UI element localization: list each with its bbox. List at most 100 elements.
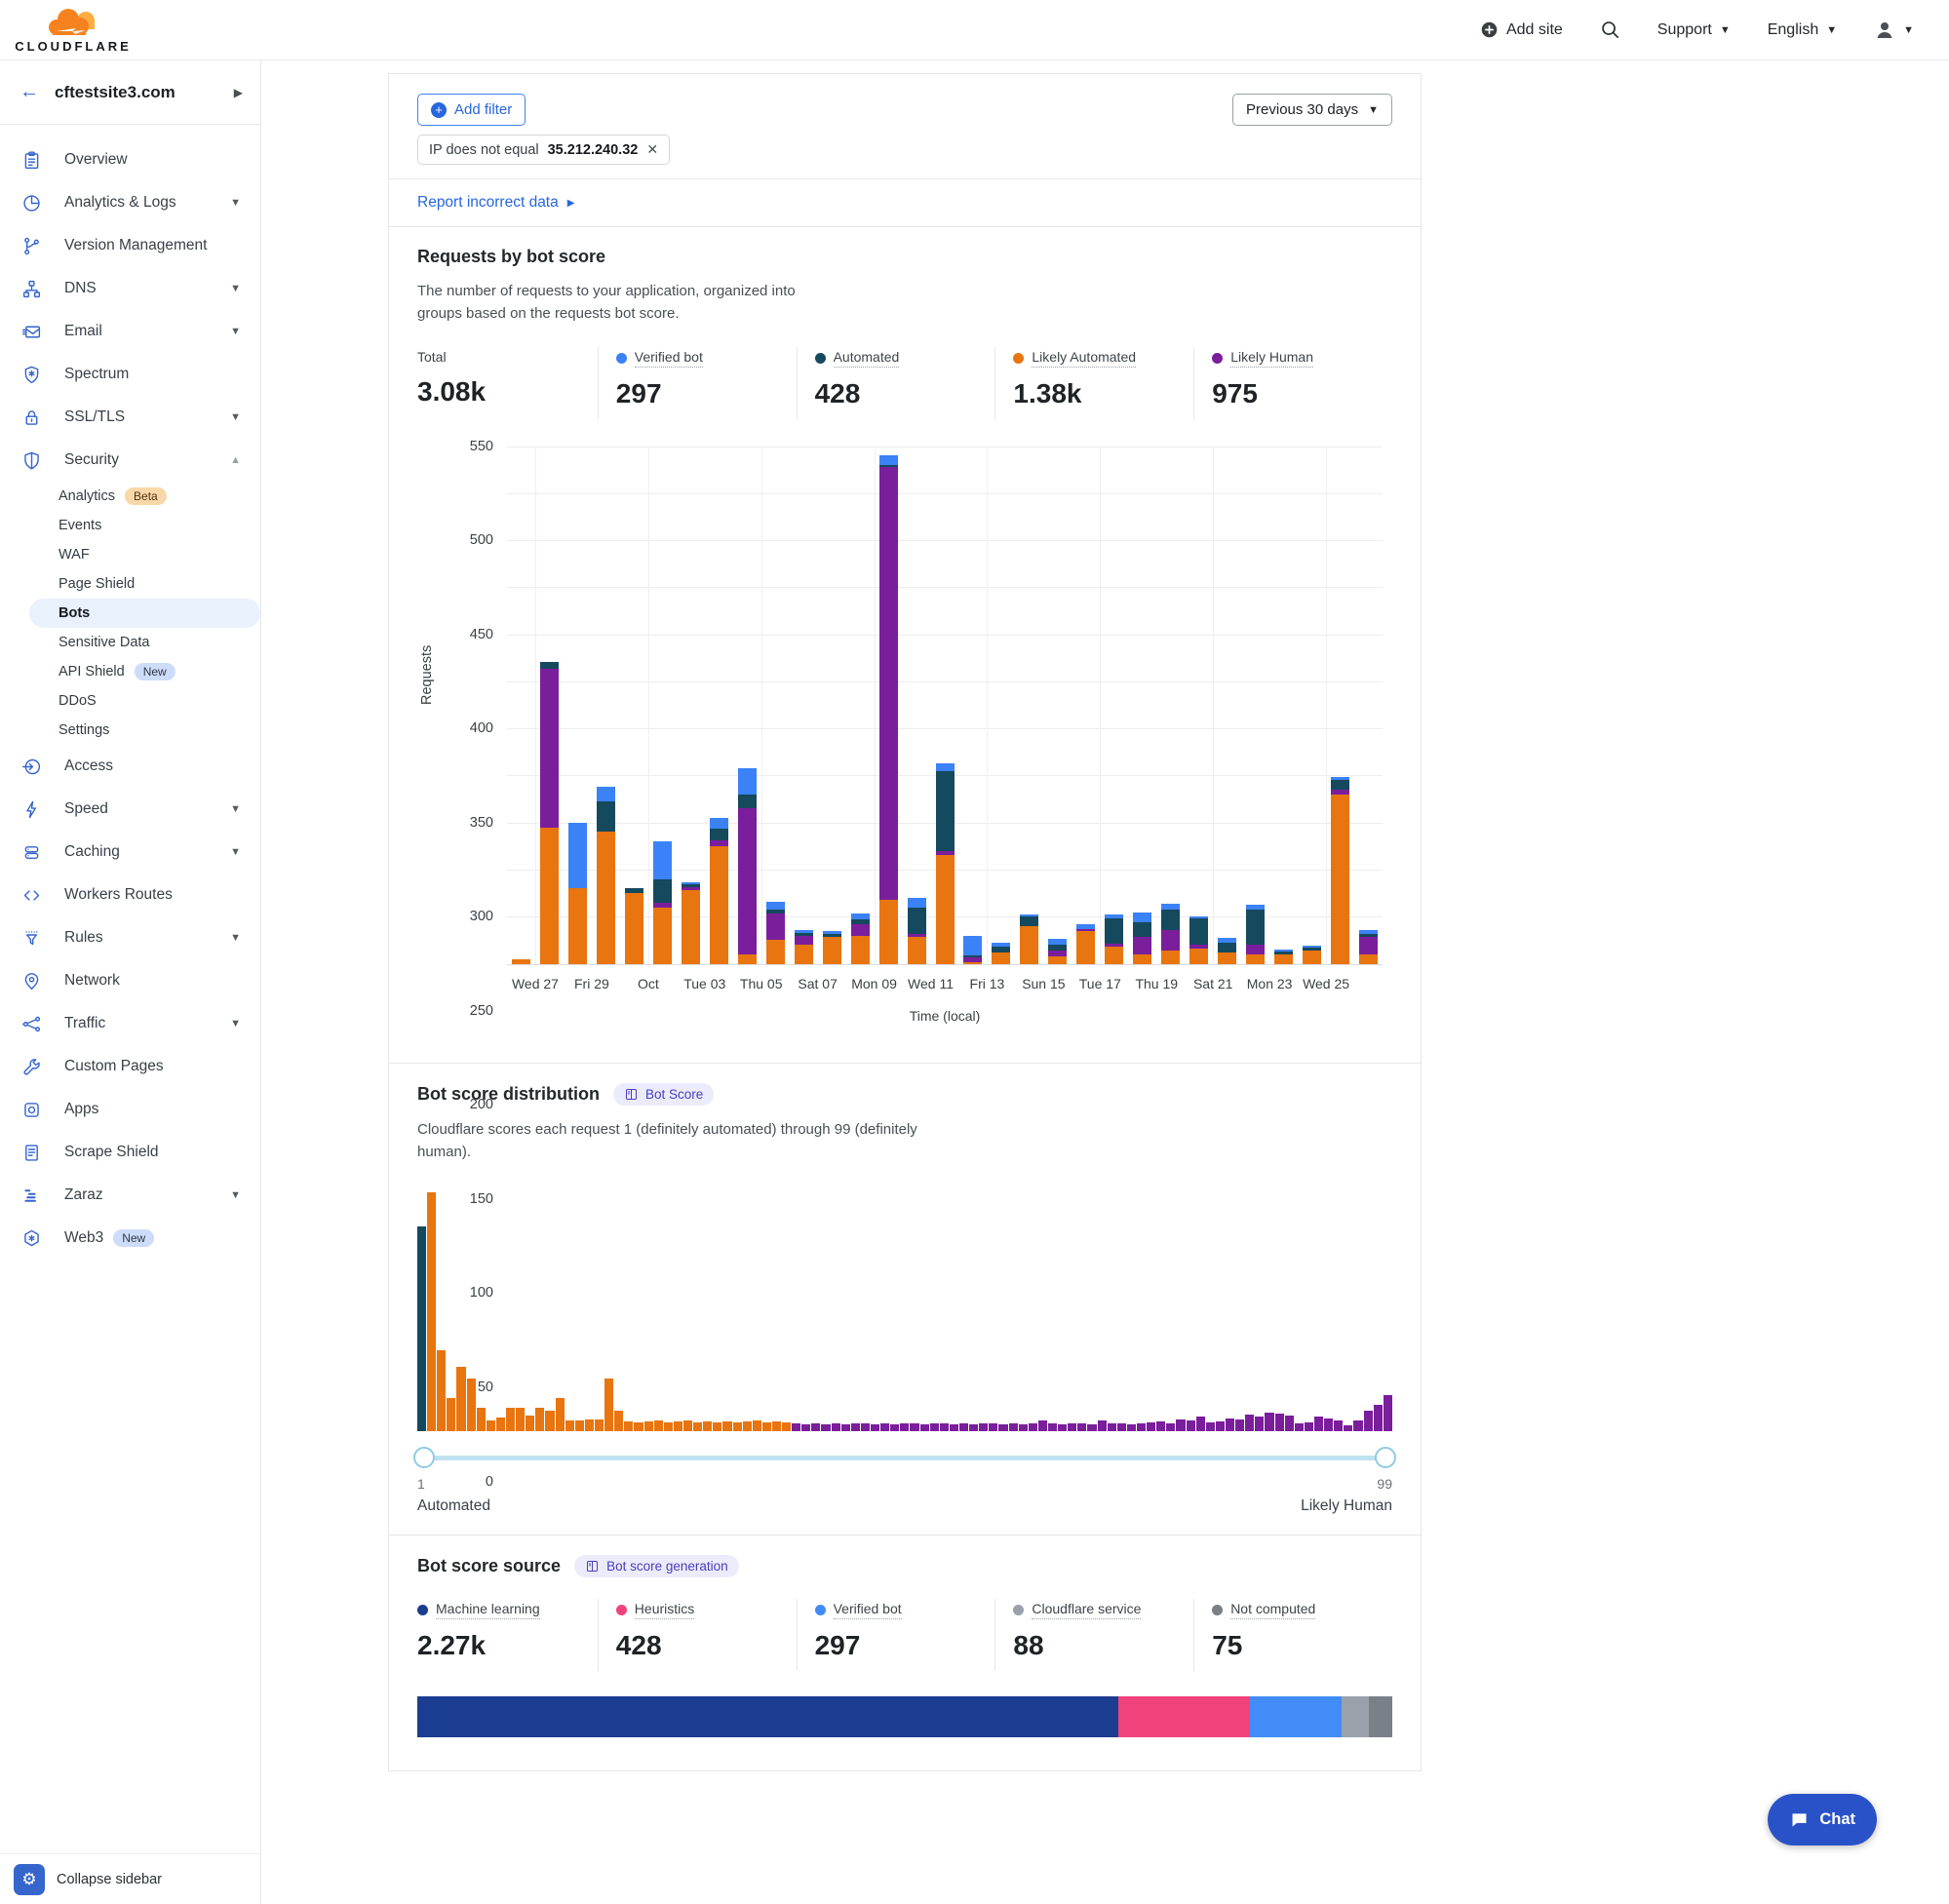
histogram-bar[interactable] (959, 1423, 968, 1431)
histogram-bar[interactable] (1196, 1417, 1205, 1431)
stacked-bar[interactable] (625, 888, 643, 963)
histogram-bar[interactable] (880, 1423, 889, 1431)
date-range-select[interactable]: Previous 30 days ▼ (1232, 94, 1392, 126)
sidebar-item-access[interactable]: Access (0, 745, 260, 788)
histogram-bar[interactable] (998, 1424, 1007, 1431)
add-site-button[interactable]: Add site (1480, 20, 1563, 39)
histogram-bar[interactable] (1334, 1420, 1343, 1431)
histogram-bar[interactable] (1087, 1424, 1096, 1431)
histogram-bar[interactable] (614, 1411, 623, 1431)
histogram-bar[interactable] (979, 1423, 988, 1431)
histogram-bar[interactable] (703, 1421, 712, 1431)
account-menu[interactable]: ▼ (1874, 19, 1914, 41)
histogram-bar[interactable] (910, 1423, 918, 1431)
histogram-bar[interactable] (1295, 1423, 1304, 1431)
histogram-bar[interactable] (1166, 1423, 1175, 1431)
sidebar-item-events[interactable]: Events (0, 511, 260, 540)
sidebar-item-settings[interactable]: Settings (0, 716, 260, 745)
histogram-bar[interactable] (1068, 1423, 1076, 1431)
stacked-bar[interactable] (992, 943, 1010, 963)
histogram-bar[interactable] (1019, 1424, 1028, 1431)
histogram-bar[interactable] (1048, 1423, 1057, 1431)
stacked-bar[interactable] (936, 763, 955, 964)
histogram-bar[interactable] (851, 1423, 860, 1431)
histogram-bar[interactable] (664, 1422, 673, 1431)
slider-handle-max[interactable] (1375, 1447, 1396, 1468)
histogram-bar[interactable] (624, 1421, 633, 1431)
histogram-bar[interactable] (1206, 1422, 1215, 1431)
stacked-bar[interactable] (1076, 924, 1095, 964)
histogram-bar[interactable] (782, 1422, 791, 1431)
histogram-bar[interactable] (545, 1411, 554, 1431)
histogram-bar[interactable] (1364, 1411, 1373, 1431)
stat-label[interactable]: Machine learning (436, 1601, 540, 1619)
stat-label[interactable]: Not computed (1230, 1601, 1315, 1619)
histogram-bar[interactable] (634, 1422, 643, 1431)
sidebar-item-overview[interactable]: Overview (0, 138, 260, 181)
histogram-bar[interactable] (693, 1422, 702, 1431)
stacked-bar[interactable] (1161, 904, 1180, 964)
stacked-bar[interactable] (653, 841, 672, 963)
histogram-bar[interactable] (1137, 1423, 1146, 1431)
stacked-bar[interactable] (823, 931, 841, 964)
sidebar-item-custom-pages[interactable]: Custom Pages (0, 1045, 260, 1088)
stacked-bar[interactable] (1048, 939, 1067, 963)
chat-button[interactable]: Chat (1768, 1794, 1877, 1846)
histogram-bar[interactable] (556, 1398, 565, 1431)
slider-handle-min[interactable] (413, 1447, 435, 1468)
stacked-bar[interactable] (568, 823, 587, 964)
sidebar-item-api-shield[interactable]: API ShieldNew (0, 657, 260, 686)
stacked-bar[interactable] (597, 787, 615, 963)
histogram-bar[interactable] (1009, 1423, 1018, 1431)
stat-label[interactable]: Heuristics (635, 1601, 694, 1619)
histogram-bar[interactable] (1285, 1416, 1294, 1431)
stacked-bar[interactable] (1133, 913, 1151, 963)
histogram-bar[interactable] (644, 1421, 653, 1431)
histogram-bar[interactable] (535, 1408, 544, 1431)
sidebar-item-apps[interactable]: Apps (0, 1088, 260, 1131)
histogram-bar[interactable] (1147, 1422, 1155, 1431)
histogram-bar[interactable] (526, 1416, 534, 1431)
histogram-bar[interactable] (1029, 1423, 1037, 1431)
histogram-bar[interactable] (1176, 1419, 1185, 1431)
sidebar-item-scrape-shield[interactable]: Scrape Shield (0, 1131, 260, 1174)
histogram-bar[interactable] (832, 1423, 840, 1431)
back-arrow-icon[interactable]: ← (19, 81, 39, 103)
histogram-bar[interactable] (920, 1424, 929, 1431)
histogram-bar[interactable] (1117, 1423, 1126, 1431)
histogram-bar[interactable] (841, 1424, 850, 1431)
histogram-bar[interactable] (506, 1408, 515, 1431)
stacked-bar[interactable] (682, 882, 700, 964)
stat-label[interactable]: Cloudflare service (1032, 1601, 1141, 1619)
histogram-bar[interactable] (565, 1420, 574, 1431)
sidebar-item-security[interactable]: Security▲ (0, 439, 260, 482)
histogram-bar[interactable] (1127, 1424, 1136, 1431)
histogram-bar[interactable] (762, 1422, 771, 1431)
sidebar-item-sensitive-data[interactable]: Sensitive Data (0, 628, 260, 657)
stacked-bar[interactable] (908, 898, 926, 964)
stacked-bar[interactable] (1274, 950, 1293, 963)
histogram-bar[interactable] (487, 1420, 495, 1431)
stacked-bar[interactable] (851, 913, 870, 963)
histogram-bar[interactable] (417, 1226, 426, 1431)
sidebar-item-rules[interactable]: Rules▼ (0, 916, 260, 959)
sidebar-item-ssl-tls[interactable]: SSL/TLS▼ (0, 396, 260, 439)
histogram-bar[interactable] (674, 1421, 682, 1431)
sidebar-item-workers-routes[interactable]: Workers Routes (0, 874, 260, 916)
histogram-bar[interactable] (792, 1423, 800, 1431)
support-menu[interactable]: Support ▼ (1657, 21, 1731, 39)
histogram-bar[interactable] (1108, 1423, 1116, 1431)
site-selector[interactable]: ← cftestsite3.com ▶ (0, 60, 260, 125)
stacked-bar[interactable] (1105, 914, 1123, 963)
histogram-bar[interactable] (722, 1421, 731, 1431)
sidebar-item-speed[interactable]: Speed▼ (0, 788, 260, 831)
sidebar-item-ddos[interactable]: DDoS (0, 686, 260, 716)
histogram-bar[interactable] (950, 1424, 958, 1431)
histogram-bar[interactable] (585, 1419, 594, 1431)
histogram-bar[interactable] (1077, 1423, 1086, 1431)
sidebar-item-dns[interactable]: DNS▼ (0, 267, 260, 310)
sidebar-item-zaraz[interactable]: Zaraz▼ (0, 1174, 260, 1217)
filter-chip[interactable]: IP does not equal 35.212.240.32 ✕ (417, 135, 670, 165)
sidebar-item-web3[interactable]: Web3New (0, 1217, 260, 1260)
stacked-bar[interactable] (795, 930, 813, 964)
